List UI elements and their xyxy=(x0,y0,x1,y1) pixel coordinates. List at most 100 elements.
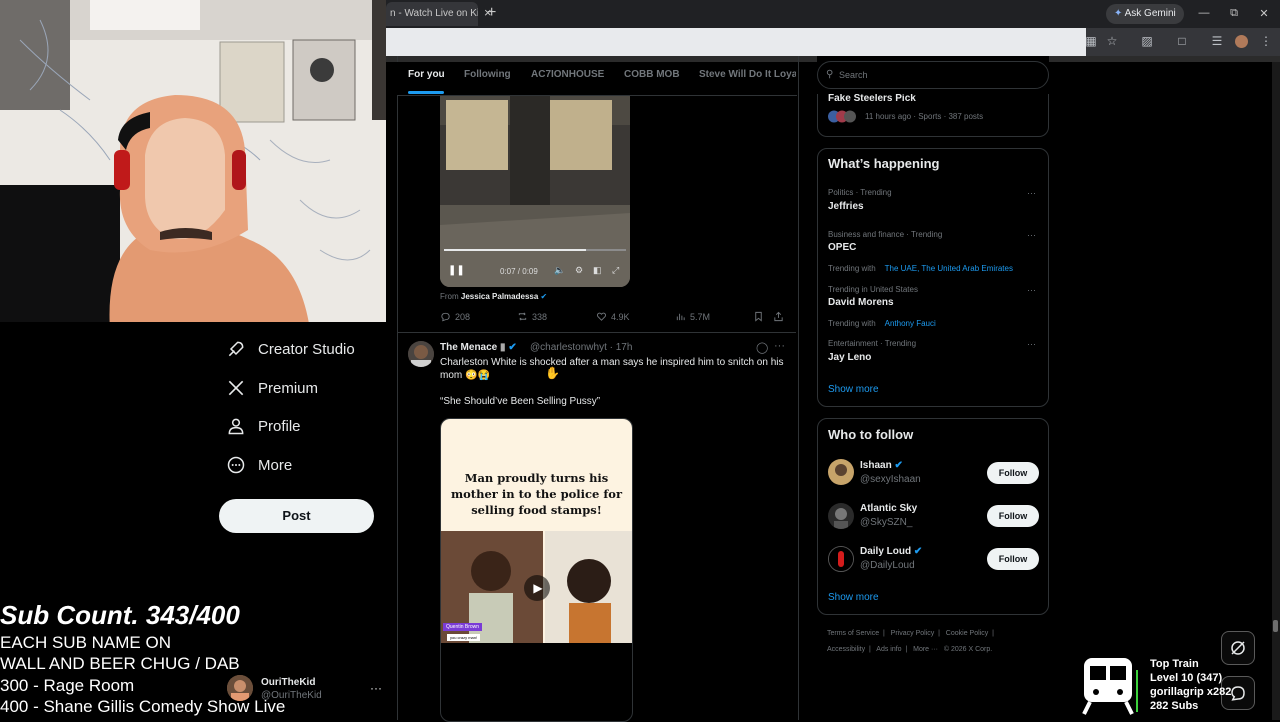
verified-badge-icon: ✔ xyxy=(894,460,903,471)
follow-avatar[interactable] xyxy=(828,503,854,529)
sub-count-text: Sub Count. 343/400 xyxy=(0,600,240,630)
follow-name-text: Daily Loud xyxy=(860,546,912,557)
nav-more[interactable]: More xyxy=(226,451,292,479)
from-name[interactable]: Jessica Palmadessa xyxy=(461,292,538,301)
account-avatar-image xyxy=(227,675,253,701)
tab-cobb-mob[interactable]: COBB MOB xyxy=(624,69,680,80)
fullscreen-icon[interactable]: ⤢ xyxy=(612,265,619,276)
like-button[interactable]: 4.9K xyxy=(596,311,630,322)
post-text: Charleston White is shocked after a man … xyxy=(440,357,784,381)
trend-name[interactable]: Jay Leno xyxy=(828,352,871,363)
follow-name[interactable]: Daily Loud ✔ xyxy=(860,546,922,557)
account-handle: @OuriTheKid xyxy=(261,690,322,701)
video-time: 0:07 / 0:09 xyxy=(500,267,538,276)
trend-more-icon[interactable]: ··· xyxy=(1027,230,1036,240)
follow-avatar[interactable] xyxy=(828,459,854,485)
train-info: Top Train Level 10 (347) gorillagrip x28… xyxy=(1150,657,1231,713)
post-media-video[interactable]: Man proudly turns his mother in to the p… xyxy=(440,418,633,722)
post-more-icon[interactable]: ··· xyxy=(774,340,785,352)
restore-icon[interactable]: ⧉ xyxy=(1227,7,1241,20)
media-controls-icon[interactable]: ☰ xyxy=(1210,34,1224,48)
trend-meta: Business and finance · Trending xyxy=(828,230,943,239)
settings-icon[interactable]: ⚙ xyxy=(575,265,583,276)
tab-actionhouse[interactable]: AC7IONHOUSE xyxy=(531,69,604,80)
train-title: Top Train xyxy=(1150,658,1199,670)
trend-more-icon[interactable]: ··· xyxy=(1027,339,1036,349)
follow-button[interactable]: Follow xyxy=(987,462,1039,484)
menu-kebab-icon[interactable]: ⋮ xyxy=(1259,34,1273,48)
footer-links-row-1: Terms of Service | Privacy Policy | Cook… xyxy=(827,630,994,637)
share-button[interactable] xyxy=(773,311,784,322)
new-tab-button[interactable]: + xyxy=(487,5,496,21)
views-button[interactable]: 5.7M xyxy=(675,311,710,322)
tab-steve-will-do-it[interactable]: Steve Will Do It Loyal xyxy=(699,69,796,80)
author-handle-time[interactable]: @charlestonwhyt · 17h xyxy=(530,342,632,353)
nav-premium[interactable]: Premium xyxy=(226,374,318,402)
whats-happening-panel xyxy=(817,148,1049,407)
close-window-icon[interactable]: ✕ xyxy=(1257,7,1271,20)
follow-name[interactable]: Ishaan ✔ xyxy=(860,460,903,471)
show-more-trends-link[interactable]: Show more xyxy=(828,384,879,395)
account-name: OuriTheKid xyxy=(261,677,316,688)
footer-link-accessibility[interactable]: Accessibility xyxy=(827,646,865,653)
trend-with-links[interactable]: The UAE, The United Arab Emirates xyxy=(885,264,1013,273)
pip-icon[interactable]: ◧ xyxy=(593,265,602,276)
tab-following[interactable]: Following xyxy=(464,69,511,80)
nav-profile[interactable]: Profile xyxy=(226,412,301,440)
nav-label-more: More xyxy=(258,456,293,474)
author-avatar[interactable] xyxy=(408,341,434,367)
footer-link-privacy[interactable]: Privacy Policy xyxy=(891,630,935,637)
views-chart-icon xyxy=(676,313,685,321)
who-to-follow-title: Who to follow xyxy=(828,427,914,442)
trend-with-links[interactable]: Anthony Fauci xyxy=(885,319,936,328)
search-placeholder: Search xyxy=(839,70,868,80)
post-video[interactable]: ❚❚ 0:07 / 0:09 🔈 ⚙ ◧ ⤢ xyxy=(440,95,630,287)
minimize-icon[interactable]: — xyxy=(1197,7,1211,19)
reply-button[interactable]: 208 xyxy=(440,311,470,322)
address-bar[interactable] xyxy=(386,28,1086,56)
trend-more-icon[interactable]: ··· xyxy=(1027,285,1036,295)
browser-tab[interactable]: n - Watch Live on Ki xyxy=(386,2,478,26)
extensions-icon[interactable]: ▨ xyxy=(1140,34,1154,48)
cast-icon[interactable]: □ xyxy=(1175,34,1189,48)
hand-cursor-icon: ✋ xyxy=(545,366,560,380)
author-name[interactable]: The Menace ▮ ✔ xyxy=(440,342,517,353)
footer-link-cookie[interactable]: Cookie Policy xyxy=(946,630,988,637)
footer-link-ads-info[interactable]: Ads info xyxy=(876,646,901,653)
nav-label-profile: Profile xyxy=(258,417,301,435)
mute-icon[interactable]: 🔈 xyxy=(554,265,565,276)
bookmark-star-icon[interactable]: ☆ xyxy=(1105,34,1119,48)
follow-name[interactable]: Atlantic Sky xyxy=(860,503,917,514)
gemini-star-icon: ✦ xyxy=(1114,8,1125,19)
account-avatar[interactable] xyxy=(227,675,253,701)
follow-avatar[interactable] xyxy=(828,546,854,572)
trend-name[interactable]: Jeffries xyxy=(828,201,864,212)
trend-more-icon[interactable]: ··· xyxy=(1027,188,1036,198)
share-icon xyxy=(774,311,783,322)
caption-line: you crazy man! xyxy=(447,634,481,641)
nav-creator-studio[interactable]: Creator Studio xyxy=(226,335,355,363)
verified-badge-icon: ✔ xyxy=(508,342,517,353)
trend-name[interactable]: David Morens xyxy=(828,297,894,308)
verified-badge-icon: ✔ xyxy=(540,292,548,301)
pause-icon[interactable]: ❚❚ xyxy=(448,265,465,276)
grok-icon[interactable]: ◯ xyxy=(756,341,768,354)
bookmark-button[interactable] xyxy=(753,311,764,322)
footer-link-more[interactable]: More ··· xyxy=(913,646,938,653)
repost-count: 338 xyxy=(532,311,548,322)
post-button[interactable]: Post xyxy=(219,499,374,533)
scrollbar-thumb[interactable] xyxy=(1273,620,1278,632)
trend-name[interactable]: OPEC xyxy=(828,242,856,253)
more-circle-icon xyxy=(227,456,245,474)
follow-button[interactable]: Follow xyxy=(987,548,1039,570)
install-app-icon[interactable]: ▦ xyxy=(1084,34,1098,48)
account-more-icon[interactable]: ··· xyxy=(370,681,382,695)
footer-link-terms[interactable]: Terms of Service xyxy=(827,630,879,637)
repost-button[interactable]: 338 xyxy=(517,311,547,322)
profile-avatar-icon[interactable] xyxy=(1235,35,1248,48)
ask-gemini-button[interactable]: ✦ Ask Gemini xyxy=(1106,4,1184,24)
tab-for-you[interactable]: For you xyxy=(408,69,445,80)
follow-button[interactable]: Follow xyxy=(987,505,1039,527)
play-button[interactable]: ▶ xyxy=(524,575,550,601)
show-more-follow-link[interactable]: Show more xyxy=(828,592,879,603)
